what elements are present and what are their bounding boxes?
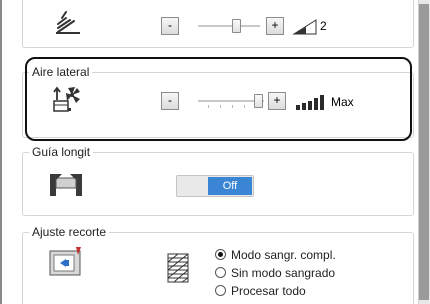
signal-strength-icon [294, 93, 328, 114]
radio-option-procesar-todo[interactable]: Procesar todo [215, 284, 306, 298]
radio-option-sin-modo[interactable]: Sin modo sangrado [215, 266, 335, 280]
vertical-scrollbar[interactable] [418, 0, 430, 304]
trim-adjust-icon [48, 245, 84, 282]
slider-thumb[interactable] [254, 94, 263, 108]
increase-button[interactable]: + [266, 17, 284, 35]
settings-panel: - + 2 Aire lateral - + Max Guía longit O… [0, 0, 418, 304]
radio-label: Sin modo sangrado [231, 266, 336, 280]
level-value: 2 [320, 19, 327, 33]
guia-longit-toggle[interactable]: Off [176, 175, 254, 197]
radio-button[interactable] [215, 249, 226, 260]
level-value: Max [331, 95, 354, 109]
aire-lateral-slider[interactable] [198, 92, 264, 110]
group-title: Ajuste recorte [29, 225, 110, 239]
lift-icon [54, 8, 82, 39]
scrollbar-thumb[interactable] [419, 4, 429, 300]
radio-label: Modo sangr. compl. [231, 248, 336, 262]
decrease-button[interactable]: - [161, 17, 179, 35]
decrease-button[interactable]: - [161, 92, 179, 110]
toggle-off-label: Off [208, 177, 252, 195]
radio-button[interactable] [215, 285, 226, 296]
guide-icon [48, 170, 84, 203]
slider-thumb[interactable] [232, 19, 241, 33]
group-title: Aire lateral [29, 65, 93, 79]
radio-label: Procesar todo [231, 284, 306, 298]
increase-button[interactable]: + [268, 92, 286, 110]
group-title: Guía longit [29, 145, 94, 159]
hatched-sheet-icon [166, 252, 192, 287]
level-slider[interactable] [198, 17, 260, 35]
fan-icon [48, 84, 84, 117]
radio-button[interactable] [215, 267, 226, 278]
radio-option-modo-sangr[interactable]: Modo sangr. compl. [215, 248, 336, 262]
